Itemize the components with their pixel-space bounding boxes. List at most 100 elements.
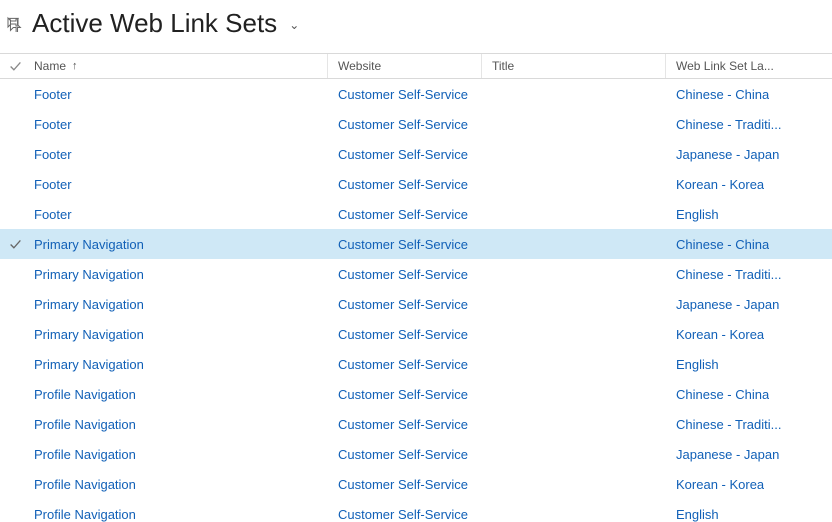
language-link[interactable]: English	[676, 357, 719, 372]
cell-website: Customer Self-Service	[328, 79, 482, 109]
table-row[interactable]: Footer Customer Self-Service Chinese - Chi…	[0, 79, 832, 109]
name-link[interactable]: Footer	[34, 177, 72, 192]
cell-name: Primary Navigation	[30, 229, 328, 259]
sort-asc-icon: ↑	[72, 60, 78, 72]
column-header-language[interactable]: Web Link Set La...	[666, 54, 832, 78]
website-link[interactable]: Customer Self-Service	[338, 417, 468, 432]
name-link[interactable]: Profile Navigation	[34, 387, 136, 402]
website-link[interactable]: Customer Self-Service	[338, 507, 468, 522]
name-link[interactable]: Primary Navigation	[34, 357, 144, 372]
website-link[interactable]: Customer Self-Service	[338, 447, 468, 462]
table-row[interactable]: Primary Navigation Customer Self-Service C…	[0, 229, 832, 259]
cell-name: Primary Navigation	[30, 319, 328, 349]
grid-body: Footer Customer Self-Service Chinese - Chi…	[0, 79, 832, 522]
website-link[interactable]: Customer Self-Service	[338, 477, 468, 492]
cell-title	[482, 199, 666, 229]
cell-name: Profile Navigation	[30, 499, 328, 522]
table-row[interactable]: Profile Navigation Customer Self-Service E…	[0, 499, 832, 522]
column-header-name[interactable]: Name ↑	[30, 54, 328, 78]
website-link[interactable]: Customer Self-Service	[338, 267, 468, 282]
table-row[interactable]: Footer Customer Self-Service English	[0, 199, 832, 229]
table-row[interactable]: Profile Navigation Customer Self-Service C…	[0, 409, 832, 439]
language-link[interactable]: Chinese - China	[676, 387, 769, 402]
name-link[interactable]: Footer	[34, 147, 72, 162]
cell-title	[482, 379, 666, 409]
cell-language: Japanese - Japan	[666, 289, 832, 319]
language-link[interactable]: Japanese - Japan	[676, 147, 779, 162]
name-link[interactable]: Primary Navigation	[34, 327, 144, 342]
select-all-checkbox[interactable]	[0, 60, 30, 73]
name-link[interactable]: Profile Navigation	[34, 417, 136, 432]
name-link[interactable]: Profile Navigation	[34, 507, 136, 522]
column-header-website[interactable]: Website	[328, 54, 482, 78]
cell-title	[482, 409, 666, 439]
cell-title	[482, 349, 666, 379]
cell-website: Customer Self-Service	[328, 499, 482, 522]
table-row[interactable]: Primary Navigation Customer Self-Service C…	[0, 259, 832, 289]
table-row[interactable]: Profile Navigation Customer Self-Service K…	[0, 469, 832, 499]
cell-language: Japanese - Japan	[666, 139, 832, 169]
language-link[interactable]: Chinese - Traditi...	[676, 267, 782, 282]
name-link[interactable]: Profile Navigation	[34, 477, 136, 492]
table-row[interactable]: Primary Navigation Customer Self-Service K…	[0, 319, 832, 349]
pin-icon[interactable]	[6, 16, 22, 32]
name-link[interactable]: Profile Navigation	[34, 447, 136, 462]
grid-header-row: Name ↑ Website Title Web Link Set La...	[0, 53, 832, 79]
name-link[interactable]: Footer	[34, 117, 72, 132]
cell-title	[482, 79, 666, 109]
language-link[interactable]: English	[676, 207, 719, 222]
language-link[interactable]: Korean - Korea	[676, 327, 764, 342]
cell-name: Footer	[30, 79, 328, 109]
table-row[interactable]: Profile Navigation Customer Self-Service C…	[0, 379, 832, 409]
table-row[interactable]: Footer Customer Self-Service Chinese - Tra…	[0, 109, 832, 139]
website-link[interactable]: Customer Self-Service	[338, 87, 468, 102]
cell-name: Footer	[30, 109, 328, 139]
cell-name: Footer	[30, 169, 328, 199]
table-row[interactable]: Primary Navigation Customer Self-Service E…	[0, 349, 832, 379]
column-label: Website	[338, 59, 381, 73]
cell-language: Chinese - Traditi...	[666, 109, 832, 139]
cell-title	[482, 169, 666, 199]
name-link[interactable]: Footer	[34, 207, 72, 222]
website-link[interactable]: Customer Self-Service	[338, 387, 468, 402]
cell-website: Customer Self-Service	[328, 139, 482, 169]
website-link[interactable]: Customer Self-Service	[338, 237, 468, 252]
table-row[interactable]: Footer Customer Self-Service Korean - Kore…	[0, 169, 832, 199]
language-link[interactable]: Japanese - Japan	[676, 297, 779, 312]
name-link[interactable]: Primary Navigation	[34, 297, 144, 312]
cell-title	[482, 109, 666, 139]
table-row[interactable]: Footer Customer Self-Service Japanese - Ja…	[0, 139, 832, 169]
column-header-title[interactable]: Title	[482, 54, 666, 78]
website-link[interactable]: Customer Self-Service	[338, 207, 468, 222]
language-link[interactable]: Japanese - Japan	[676, 447, 779, 462]
website-link[interactable]: Customer Self-Service	[338, 297, 468, 312]
row-checkbox[interactable]	[0, 238, 30, 251]
language-link[interactable]: Chinese - China	[676, 87, 769, 102]
name-link[interactable]: Footer	[34, 87, 72, 102]
cell-language: Chinese - China	[666, 79, 832, 109]
table-row[interactable]: Profile Navigation Customer Self-Service J…	[0, 439, 832, 469]
website-link[interactable]: Customer Self-Service	[338, 147, 468, 162]
cell-language: Korean - Korea	[666, 169, 832, 199]
name-link[interactable]: Primary Navigation	[34, 237, 144, 252]
name-link[interactable]: Primary Navigation	[34, 267, 144, 282]
cell-name: Profile Navigation	[30, 409, 328, 439]
language-link[interactable]: English	[676, 507, 719, 522]
table-row[interactable]: Primary Navigation Customer Self-Service J…	[0, 289, 832, 319]
view-title[interactable]: Active Web Link Sets	[32, 8, 277, 39]
cell-website: Customer Self-Service	[328, 469, 482, 499]
column-label: Title	[492, 59, 514, 73]
language-link[interactable]: Chinese - China	[676, 237, 769, 252]
language-link[interactable]: Chinese - Traditi...	[676, 117, 782, 132]
website-link[interactable]: Customer Self-Service	[338, 357, 468, 372]
language-link[interactable]: Chinese - Traditi...	[676, 417, 782, 432]
website-link[interactable]: Customer Self-Service	[338, 117, 468, 132]
website-link[interactable]: Customer Self-Service	[338, 177, 468, 192]
cell-website: Customer Self-Service	[328, 319, 482, 349]
website-link[interactable]: Customer Self-Service	[338, 327, 468, 342]
cell-name: Primary Navigation	[30, 259, 328, 289]
language-link[interactable]: Korean - Korea	[676, 477, 764, 492]
language-link[interactable]: Korean - Korea	[676, 177, 764, 192]
cell-name: Footer	[30, 139, 328, 169]
chevron-down-icon[interactable]: ⌄	[289, 18, 299, 32]
